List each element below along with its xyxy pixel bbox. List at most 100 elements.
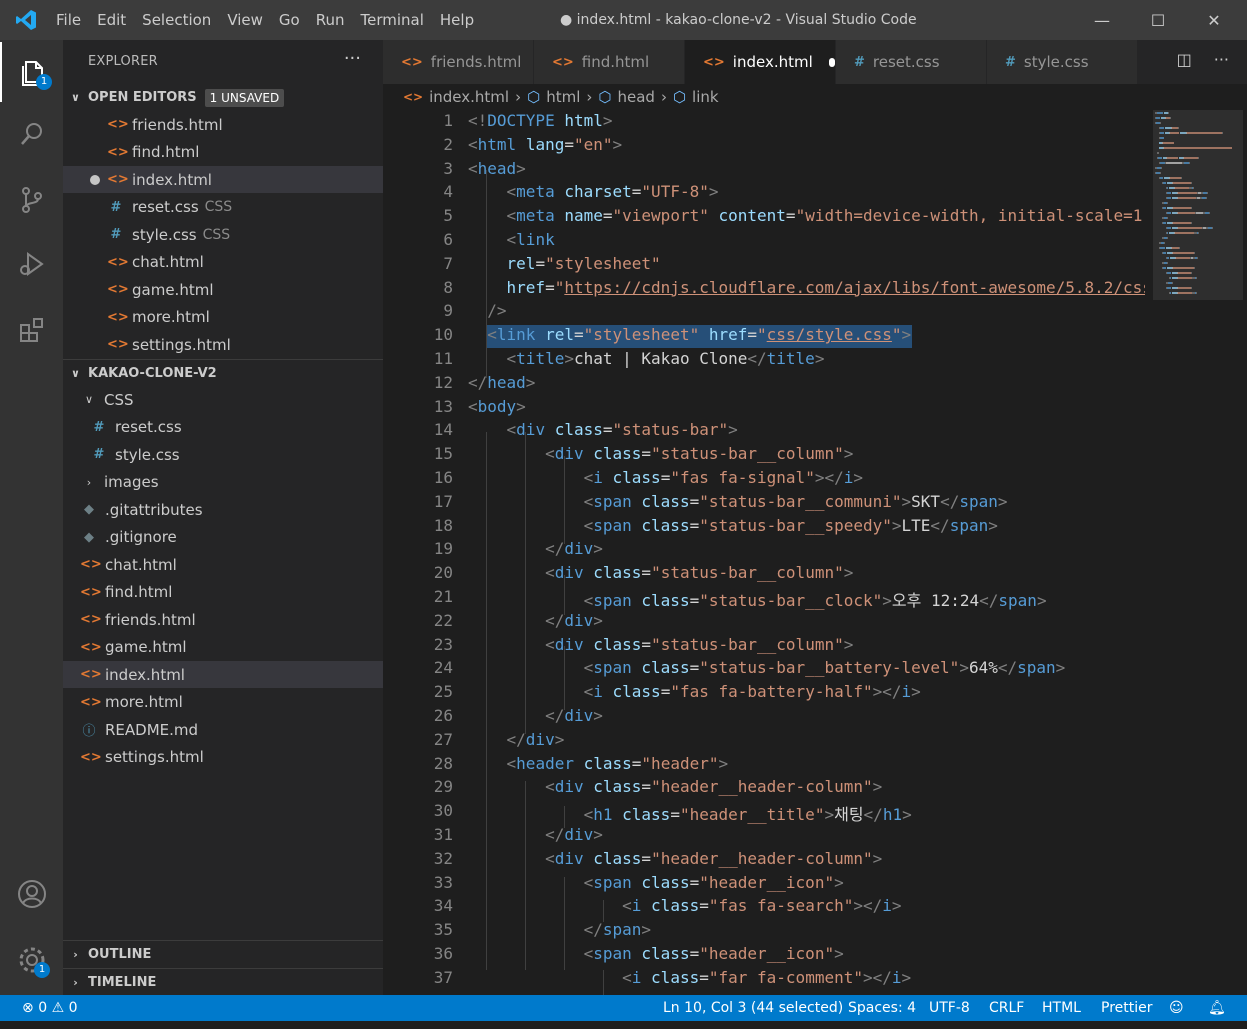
open-editor-item[interactable]: <> settings.html	[63, 331, 383, 358]
file-item[interactable]: # style.css	[63, 441, 383, 468]
indentation[interactable]: Spaces: 4	[848, 995, 916, 1021]
open-editor-item[interactable]: <> game.html	[63, 276, 383, 303]
folder-item[interactable]: › images	[63, 469, 383, 496]
element-icon: ⬡	[598, 88, 612, 106]
html-file-icon: <>	[703, 54, 725, 70]
language-mode[interactable]: HTML	[1042, 995, 1081, 1021]
open-editor-item[interactable]: # style.css CSS	[63, 221, 383, 248]
file-item[interactable]: <> find.html	[63, 579, 383, 606]
unsaved-dot-icon[interactable]	[90, 175, 100, 185]
open-editor-item[interactable]: <> index.html	[63, 166, 383, 193]
open-editor-item[interactable]: <> friends.html	[63, 111, 383, 138]
menu-selection[interactable]: Selection	[134, 11, 219, 29]
outline-header[interactable]: › OUTLINE	[63, 940, 383, 968]
minimap-token	[1159, 137, 1160, 139]
line-ending[interactable]: CRLF	[989, 995, 1024, 1021]
file-item[interactable]: <> more.html	[63, 689, 383, 716]
file-item[interactable]: ⓘ README.md	[63, 716, 383, 743]
file-item[interactable]: <> game.html	[63, 634, 383, 661]
tab-friends-html[interactable]: <> friends.html	[383, 40, 534, 84]
menu-view[interactable]: View	[219, 11, 271, 29]
more-actions-icon[interactable]: ···	[344, 48, 361, 69]
tab-index-html[interactable]: <> index.html	[685, 40, 836, 84]
cursor-position[interactable]: Ln 10, Col 3 (44 selected)	[663, 995, 843, 1021]
file-item[interactable]: ◆ .gitignore	[63, 524, 383, 551]
breadcrumb-item[interactable]: link	[692, 88, 719, 106]
minimap-token	[1183, 157, 1184, 159]
feedback-icon[interactable]: ☺	[1169, 995, 1184, 1021]
file-name: friends.html	[132, 115, 223, 134]
minimap-token	[1189, 187, 1192, 189]
formatter[interactable]: Prettier	[1101, 995, 1153, 1021]
menu-help[interactable]: Help	[432, 11, 482, 29]
minimap-token	[1195, 277, 1196, 279]
minimap-token	[1160, 122, 1161, 124]
accounts-activity[interactable]	[0, 864, 63, 924]
tab-style-css[interactable]: # style.css	[987, 40, 1138, 84]
code-editor[interactable]: 1 <!DOCTYPE html> 2 <html lang="en"> 3 <head>…	[383, 110, 1145, 995]
split-editor-icon[interactable]: ◫	[1177, 50, 1192, 69]
minimap-token	[1174, 187, 1175, 189]
menu-file[interactable]: File	[48, 11, 89, 29]
minimap[interactable]	[1145, 110, 1247, 995]
open-editor-item[interactable]: <> chat.html	[63, 249, 383, 276]
close-icon: ✕	[1207, 10, 1221, 30]
explorer-activity[interactable]: 1	[0, 42, 65, 102]
minimap-token	[1170, 132, 1179, 134]
project-header[interactable]: ∨ KAKAO-CLONE-V2	[63, 359, 383, 387]
unsaved-dot-icon[interactable]	[828, 57, 835, 67]
notifications-icon[interactable]: 🔔︎	[1208, 995, 1226, 1021]
run-debug-activity[interactable]	[0, 234, 63, 294]
minimap-token	[1178, 192, 1197, 194]
open-editor-item[interactable]: <> more.html	[63, 304, 383, 331]
encoding[interactable]: UTF-8	[929, 995, 970, 1021]
extensions-activity[interactable]	[0, 300, 63, 360]
source-control-activity[interactable]	[0, 170, 63, 230]
minimap-token	[1170, 117, 1171, 119]
problems-indicator[interactable]: ⊗ 0 ⚠ 0	[22, 995, 78, 1021]
minimap-token	[1167, 197, 1171, 199]
tab-reset-css[interactable]: # reset.css	[836, 40, 987, 84]
menu-run[interactable]: Run	[308, 11, 353, 29]
timeline-header[interactable]: › TIMELINE	[63, 968, 383, 996]
more-actions-icon[interactable]: ···	[1214, 50, 1229, 69]
maximize-button[interactable]: ☐	[1130, 0, 1186, 40]
file-item[interactable]: <> chat.html	[63, 551, 383, 578]
folder-item[interactable]: ∨ CSS	[63, 386, 383, 413]
minimap-token	[1165, 132, 1169, 134]
minimap-token	[1170, 292, 1171, 294]
minimap-token	[1155, 117, 1156, 119]
open-editor-item[interactable]: # reset.css CSS	[63, 194, 383, 221]
minimap-token	[1170, 177, 1181, 179]
manage-activity[interactable]: 1	[0, 930, 63, 990]
open-editor-item[interactable]: <> find.html	[63, 139, 383, 166]
close-window-button[interactable]: ✕	[1186, 0, 1242, 40]
minimize-button[interactable]: —	[1074, 0, 1130, 40]
css-file-icon: #	[93, 419, 105, 435]
file-item[interactable]: ◆ .gitattributes	[63, 496, 383, 523]
line-number: 35	[433, 920, 453, 940]
minimize-icon: —	[1094, 10, 1110, 30]
menu-edit[interactable]: Edit	[89, 11, 134, 29]
file-item[interactable]: <> settings.html	[63, 744, 383, 771]
minimap-token	[1167, 227, 1171, 229]
open-editors-header[interactable]: ∨ OPEN EDITORS 1 UNSAVED	[63, 84, 383, 111]
breadcrumb-item[interactable]: index.html	[429, 88, 509, 106]
file-item[interactable]: <> index.html	[63, 661, 383, 688]
menu-go[interactable]: Go	[271, 11, 308, 29]
line-number: 27	[433, 729, 453, 749]
indent-guide	[603, 970, 604, 995]
breadcrumb-item[interactable]: head	[617, 88, 654, 106]
minimap-token	[1201, 192, 1203, 194]
file-item[interactable]: <> friends.html	[63, 606, 383, 633]
menu-terminal[interactable]: Terminal	[353, 11, 432, 29]
minimap-token	[1193, 187, 1194, 189]
search-icon	[20, 123, 42, 145]
code-line: <body>	[468, 396, 526, 416]
tab-find-html[interactable]: <> find.html	[534, 40, 685, 84]
minimap-token	[1231, 147, 1232, 149]
file-item[interactable]: # reset.css	[63, 414, 383, 441]
breadcrumb-item[interactable]: html	[546, 88, 580, 106]
minimap-token	[1166, 247, 1171, 249]
search-activity[interactable]	[0, 104, 63, 164]
